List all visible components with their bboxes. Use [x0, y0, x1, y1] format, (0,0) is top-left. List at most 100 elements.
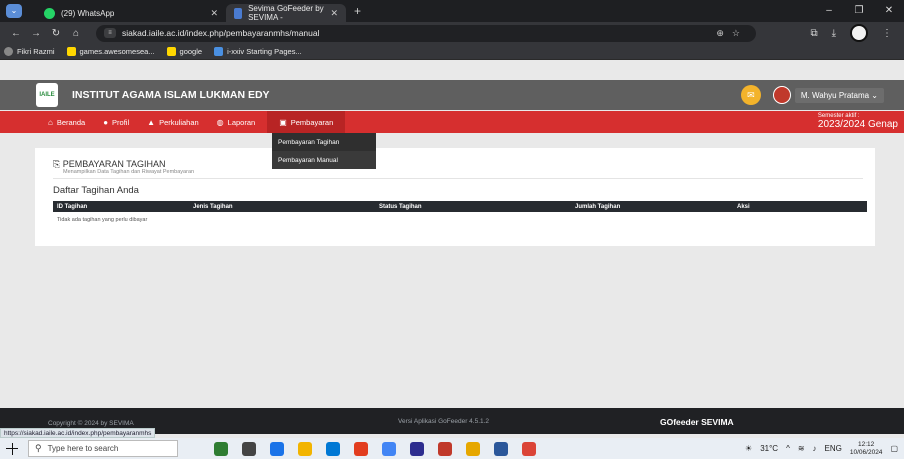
nav-label: Beranda [56, 117, 86, 127]
avatar[interactable] [772, 86, 791, 104]
windows-start-icon[interactable] [6, 442, 18, 455]
clock-time: 12:12 [858, 440, 875, 448]
nav-beranda[interactable]: ⌂ Beranda [48, 118, 85, 127]
section-title: Daftar Tagihan Anda [53, 185, 139, 196]
notifications-icon[interactable]: ▢ [890, 444, 898, 453]
back-icon[interactable]: ← [6, 28, 26, 39]
address-bar: ← → ↻ ⌂ ≡ siakad.iaile.ac.id/index.php/p… [0, 22, 904, 44]
nav-label: Laporan [227, 117, 256, 127]
minimize-button[interactable]: – [814, 0, 844, 22]
tab-search-button[interactable]: ⌄ [6, 4, 22, 18]
pembayaran-dropdown: Pembayaran Tagihan Pembayaran Manual [272, 133, 376, 169]
clock[interactable]: 12:12 10/06/2024 [850, 441, 883, 457]
bookmarks-bar: Fikri Razmi games.awesomesea... google i… [0, 44, 904, 60]
network-icon[interactable]: ≋ [798, 444, 805, 453]
download-icon[interactable]: ⤓ [832, 28, 836, 39]
language-indicator[interactable]: ENG [825, 444, 842, 453]
menu-item-pembayaran-tagihan[interactable]: Pembayaran Tagihan [272, 133, 376, 151]
site-info-icon[interactable]: ≡ [104, 28, 116, 38]
taskbar-app-icon[interactable] [214, 441, 228, 456]
nav-pembayaran[interactable]: ▣ Pembayaran [267, 111, 346, 133]
copyright: Copyright © 2024 by SEVIMA [48, 420, 134, 427]
home-icon[interactable]: ⌂ [66, 28, 86, 39]
url-text: siakad.iaile.ac.id/index.php/pembayaranm… [122, 28, 320, 38]
close-icon[interactable]: ✕ [210, 8, 218, 19]
forward-icon[interactable]: → [26, 28, 46, 39]
nav-laporan[interactable]: ◍ Laporan [217, 118, 256, 127]
browser-tab-bar: ⌄ (29) WhatsApp ✕ Sevima GoFeeder by SEV… [0, 0, 904, 22]
zoom-bookmark-icons[interactable]: ⊕☆ [716, 28, 748, 39]
taskbar-search-input[interactable]: ⚲ Type here to search [28, 440, 178, 457]
close-icon[interactable]: ✕ [330, 8, 338, 19]
taskbar: ⚲ Type here to search ☀ 31°C ^ ≋ ♪ ENG 1… [0, 438, 904, 459]
nav-label: Perkuliahan [159, 117, 199, 127]
notification-icon[interactable]: ✉ [740, 85, 761, 105]
pinned-apps [214, 441, 536, 456]
bookmark-item[interactable]: Fikri Razmi [4, 47, 55, 56]
column-header: Jenis Tagihan [189, 201, 375, 212]
site-title: INSTITUT AGAMA ISLAM LUKMAN EDY [72, 89, 270, 101]
taskbar-app-icon[interactable] [382, 441, 396, 456]
bookmark-item[interactable]: games.awesomesea... [66, 47, 155, 56]
menu-item-pembayaran-manual[interactable]: Pembayaran Manual [272, 151, 376, 169]
nav-perkuliahan[interactable]: ▲ Perkuliahan [147, 118, 199, 127]
column-header: Aksi [733, 201, 867, 212]
tab-label: Sevima GoFeeder by SEVIMA - [248, 4, 324, 22]
bookmark-item[interactable]: google [166, 47, 203, 56]
close-window-button[interactable]: ✕ [874, 0, 904, 22]
new-tab-button[interactable]: + [354, 4, 361, 18]
maximize-button[interactable]: ❐ [844, 0, 874, 22]
url-input[interactable]: ≡ siakad.iaile.ac.id/index.php/pembayara… [96, 24, 756, 42]
status-url: https://siakad.iaile.ac.id/index.php/pem… [0, 428, 156, 438]
taskbar-app-icon[interactable] [494, 441, 508, 456]
site-header: IAILE INSTITUT AGAMA ISLAM LUKMAN EDY ✉ … [0, 80, 904, 110]
reload-icon[interactable]: ↻ [46, 28, 66, 39]
gofeeder-icon [234, 7, 243, 19]
taskbar-app-icon[interactable] [466, 441, 480, 456]
user-name: M. Wahyu Pratama [800, 90, 870, 100]
profile-avatar[interactable] [850, 24, 868, 42]
footer-brand: GOfeeder SEVIMA [660, 417, 734, 427]
billing-card: ⎘ PEMBAYARAN TAGIHAN Menampilkan Data Ta… [35, 148, 875, 246]
graduation-icon: ▲ [147, 117, 156, 127]
bookmark-label: Fikri Razmi [17, 47, 55, 56]
taskbar-app-icon[interactable] [298, 441, 312, 456]
page-content: ⎘ PEMBAYARAN TAGIHAN Menampilkan Data Ta… [0, 133, 904, 408]
home-icon: ⌂ [48, 117, 53, 127]
page-subtitle: Menampilkan Data Tagihan dan Riwayat Pem… [63, 169, 195, 175]
clock-date: 10/06/2024 [849, 448, 883, 456]
extensions-icon[interactable]: ⧉ [810, 28, 817, 39]
menu-icon[interactable]: ⋮ [882, 28, 892, 39]
bill-icon: ⎘ [53, 159, 63, 169]
money-icon: ▣ [279, 117, 287, 127]
tab-gofeeder[interactable]: Sevima GoFeeder by SEVIMA - ✕ [226, 4, 346, 22]
nav-label: Profil [112, 117, 130, 127]
taskbar-app-icon[interactable] [522, 441, 536, 456]
globe-icon: ◍ [216, 117, 224, 127]
tray-chevron-icon[interactable]: ^ [786, 444, 790, 453]
bookmark-icon [4, 47, 13, 56]
app-version: Versi Aplikasi GoFeeder 4.5.1.2 [398, 418, 490, 425]
tab-whatsapp[interactable]: (29) WhatsApp ✕ [36, 4, 226, 22]
column-header: ID Tagihan [53, 201, 189, 212]
site-logo[interactable]: IAILE [36, 83, 58, 107]
taskbar-app-icon[interactable] [270, 441, 284, 456]
taskbar-app-icon[interactable] [410, 441, 424, 456]
user-icon: ● [103, 117, 109, 127]
weather-temp[interactable]: 31°C [760, 444, 778, 453]
taskbar-app-icon[interactable] [242, 441, 256, 456]
weather-icon[interactable]: ☀ [745, 444, 752, 453]
bookmark-icon [166, 47, 176, 56]
taskbar-app-icon[interactable] [354, 441, 368, 456]
user-menu[interactable]: M. Wahyu Pratama ⌄ [794, 87, 884, 103]
taskbar-app-icon[interactable] [438, 441, 452, 456]
active-semester: Semester aktif : 2023/2024 Genap [818, 113, 898, 130]
whatsapp-icon [44, 7, 55, 19]
column-header: Jumlah Tagihan [571, 201, 733, 212]
column-header: Status Tagihan [375, 201, 571, 212]
bookmark-label: google [179, 47, 203, 56]
nav-profil[interactable]: ● Profil [103, 118, 129, 127]
bookmark-item[interactable]: i-xxiv Starting Pages... [214, 47, 302, 56]
taskbar-app-icon[interactable] [326, 441, 340, 456]
volume-icon[interactable]: ♪ [813, 444, 817, 453]
